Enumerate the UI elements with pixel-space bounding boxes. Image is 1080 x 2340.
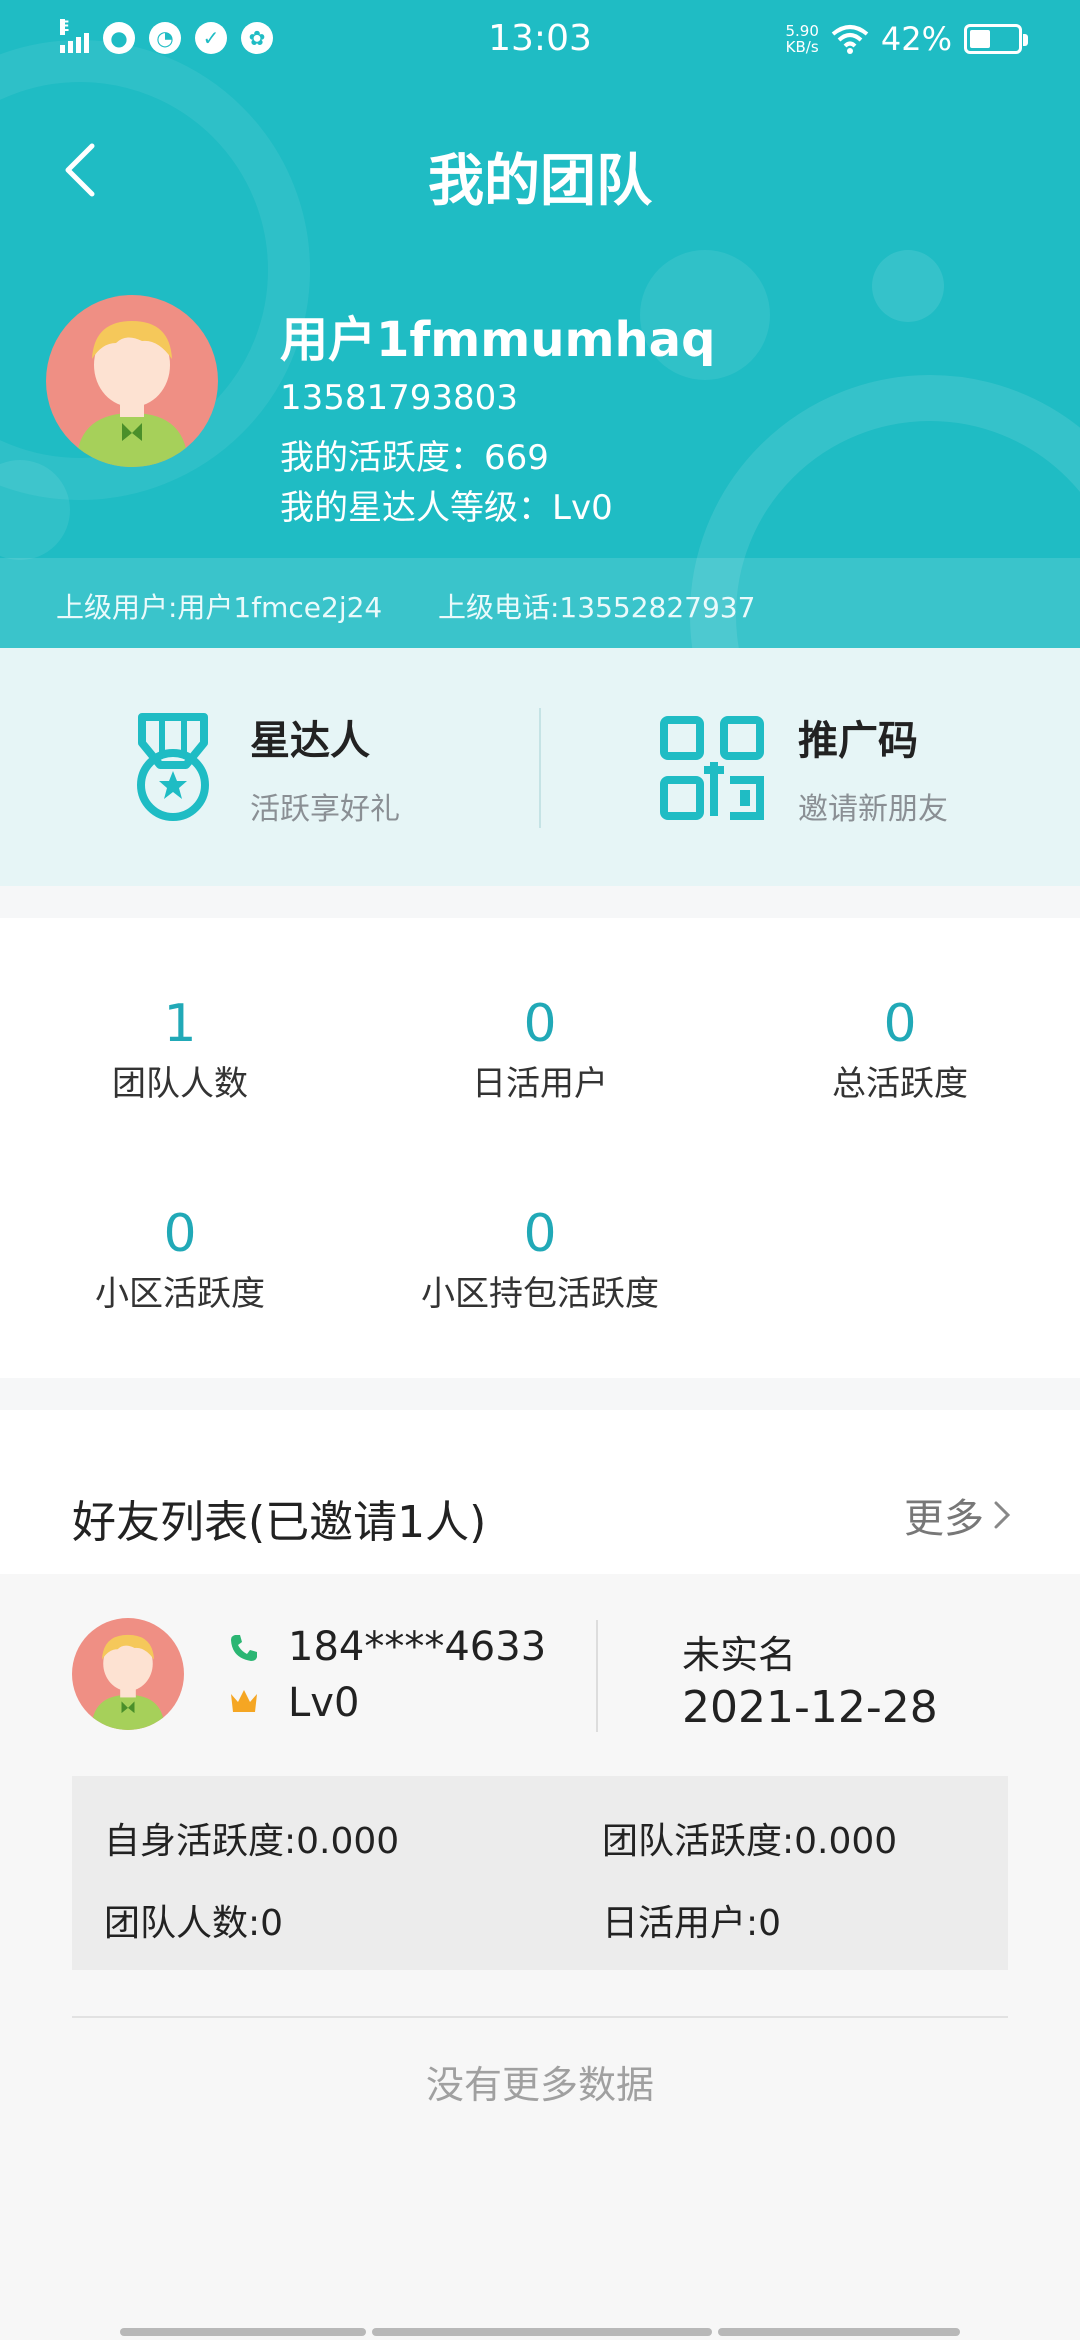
divider	[596, 1620, 598, 1732]
battery-icon	[964, 24, 1028, 54]
superior-user: 上级用户:用户1fmce2j24	[56, 591, 383, 624]
nav-indicator	[718, 2328, 960, 2336]
stat-label: 总活跃度	[832, 1064, 968, 1104]
nav-indicator	[372, 2328, 712, 2336]
feature-row: 星达人 活跃享好礼 推广码 邀请新朋友	[0, 648, 1080, 886]
stat-value: 0	[883, 994, 917, 1054]
divider	[72, 2016, 1008, 2018]
feature-promo-code[interactable]: 推广码 邀请新朋友	[660, 708, 948, 828]
feature-title: 推广码	[798, 718, 918, 764]
more-button[interactable]: 更多	[904, 1486, 1012, 1544]
net-speed-unit: KB/s	[785, 38, 819, 56]
phone-icon	[231, 1635, 257, 1661]
user-phone: 13581793803	[280, 378, 518, 418]
stat-label: 团队人数	[112, 1064, 248, 1104]
stat-value: 1	[163, 994, 197, 1054]
stat-label: 小区活跃度	[95, 1274, 265, 1314]
net-speed-value: 5.90	[785, 22, 819, 40]
friend-phone: 184****4633	[288, 1624, 547, 1670]
friend-list: 184****4633 Lv0 未实名 2021-12-28 自身活跃度:0.0…	[0, 1574, 1080, 2340]
more-label: 更多	[904, 1496, 984, 1542]
avatar[interactable]	[46, 295, 218, 467]
friend-list-header: 好友列表(已邀请1人) 更多	[0, 1410, 1080, 1574]
feature-title: 星达人	[250, 718, 370, 764]
user-star-level: 我的星达人等级：Lv0	[280, 488, 613, 528]
nav-indicator	[120, 2328, 366, 2336]
friend-join-date: 2021-12-28	[682, 1682, 938, 1733]
stat-district-holding-activity: 0 小区持包活跃度	[390, 1204, 690, 1315]
no-more-data: 没有更多数据	[425, 2063, 654, 2107]
decor-circle	[872, 250, 944, 322]
user-activity: 我的活跃度：669	[280, 438, 549, 478]
friend-team-count: 团队人数:0	[104, 1903, 284, 1944]
user-name: 用户1fmmumhaq	[280, 312, 716, 368]
superior-phone: 上级电话:13552827937	[438, 591, 756, 624]
friend-level: Lv0	[288, 1680, 360, 1726]
friend-self-activity: 自身活跃度:0.000	[104, 1821, 400, 1862]
medal-icon	[137, 713, 209, 821]
friend-realname-status: 未实名	[682, 1633, 797, 1677]
stat-label: 小区持包活跃度	[421, 1274, 659, 1314]
chevron-right-icon	[994, 1501, 1011, 1529]
friend-stats-box: 自身活跃度:0.000 团队活跃度:0.000 团队人数:0 日活用户:0	[72, 1776, 1008, 1970]
friend-daily-users: 日活用户:0	[602, 1903, 782, 1944]
avatar-illustration	[91, 1634, 165, 1730]
stat-district-activity: 0 小区活跃度	[30, 1204, 330, 1315]
stat-team-count: 1 团队人数	[30, 994, 330, 1105]
avatar-illustration	[76, 321, 188, 467]
feature-subtitle: 活跃享好礼	[250, 792, 400, 827]
crown-icon	[231, 1690, 257, 1712]
qr-code-icon	[660, 716, 764, 820]
stat-value: 0	[523, 994, 557, 1054]
wifi-icon	[831, 25, 869, 54]
stat-daily-active-users: 0 日活用户	[390, 994, 690, 1105]
stat-value: 0	[163, 1204, 197, 1264]
stat-total-activity: 0 总活跃度	[750, 994, 1050, 1105]
stat-value: 0	[523, 1204, 557, 1264]
net-speed: 5.90 KB/s	[785, 23, 818, 55]
divider	[539, 708, 541, 828]
page-title: 我的团队	[428, 149, 652, 214]
battery-percent: 42%	[880, 20, 952, 58]
friend-team-activity: 团队活跃度:0.000	[602, 1821, 898, 1862]
friend-avatar	[72, 1618, 184, 1730]
stat-label: 日活用户	[472, 1064, 608, 1104]
header: E ● ◔ ✓ ✿ 13:03 5.90 KB/s 42% 我的团队 用户1fm…	[0, 0, 1080, 648]
superior-info-bar: 上级用户:用户1fmce2j24 上级电话:13552827937	[0, 558, 1080, 648]
team-stats: 1 团队人数 0 日活用户 0 总活跃度 0 小区活跃度 0 小区持包活跃度	[0, 918, 1080, 1378]
friend-list-title: 好友列表(已邀请1人)	[72, 1497, 487, 1548]
feature-star-talent[interactable]: 星达人 活跃享好礼	[130, 708, 400, 828]
feature-subtitle: 邀请新朋友	[798, 792, 948, 827]
status-bar: E ● ◔ ✓ ✿ 13:03 5.90 KB/s 42%	[0, 0, 1080, 80]
